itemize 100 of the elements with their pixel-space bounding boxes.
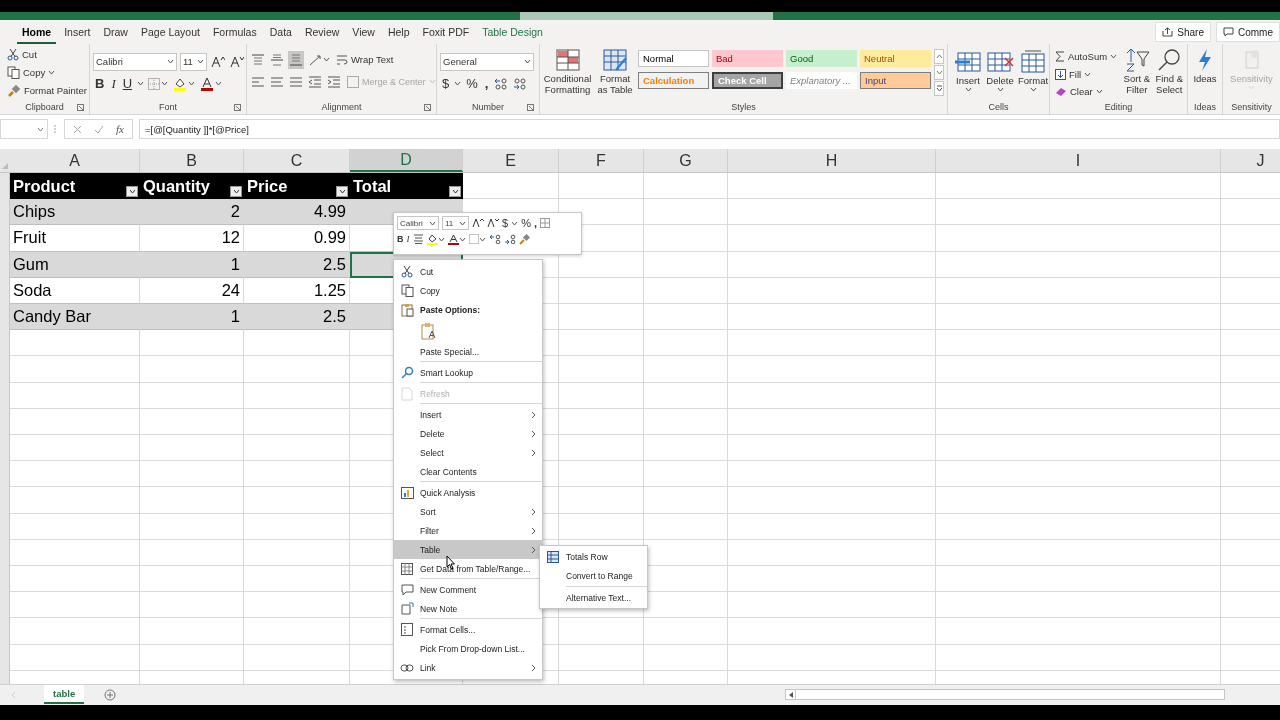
bold-button[interactable]: B (93, 74, 107, 93)
menu-item[interactable]: Pick From Drop-down List... (394, 639, 542, 658)
ribbon-tab[interactable]: Help (382, 20, 415, 44)
cell-style-option[interactable]: Good (786, 50, 857, 67)
menu-item[interactable]: Sort (394, 502, 542, 521)
find-select-button[interactable]: Find & Select (1154, 46, 1184, 100)
ribbon-button[interactable]: Format (1017, 48, 1049, 100)
ribbon-tab[interactable]: Foxit PDF (417, 20, 475, 44)
ribbon-tab[interactable]: Review (299, 20, 345, 44)
sort-filter-button[interactable]: Sort & Filter (1122, 46, 1152, 100)
borders-button[interactable] (468, 234, 486, 244)
menu-item[interactable]: Totals Row (540, 547, 647, 567)
filter-button[interactable] (230, 186, 242, 198)
ribbon-tab[interactable]: Page Layout (135, 20, 205, 44)
column-header[interactable]: I (936, 149, 1221, 172)
scroll-down-button[interactable] (934, 65, 944, 80)
fill-color-button[interactable] (426, 233, 445, 245)
filter-button[interactable] (336, 186, 348, 198)
column-header[interactable]: A (10, 149, 140, 172)
menu-item[interactable]: Clear Contents (394, 462, 542, 481)
ideas-button[interactable]: Ideas (1191, 46, 1219, 100)
ribbon-tab[interactable]: Formulas (207, 20, 262, 44)
menu-item[interactable]: Filter (394, 521, 542, 540)
ribbon-button[interactable]: Delete (985, 48, 1015, 100)
cell-style-option[interactable]: Bad (712, 50, 783, 67)
column-header[interactable]: G (644, 149, 728, 172)
cut-button[interactable]: Cut (5, 46, 89, 63)
column-header[interactable]: J (1221, 149, 1280, 172)
ribbon-tab[interactable]: Home (17, 20, 57, 44)
conditional-formatting-button[interactable]: Conditional Formatting (543, 46, 593, 100)
font-color-button[interactable] (447, 233, 466, 245)
ribbon-tab[interactable]: Table Design (477, 20, 548, 44)
menu-item[interactable]: New Note (394, 599, 542, 618)
bold-button[interactable]: B (397, 234, 404, 244)
format-painter-button[interactable] (518, 233, 530, 245)
number-format-field[interactable]: General (440, 52, 534, 71)
menu-item[interactable]: Convert to Range (540, 566, 647, 586)
caret-icon (338, 189, 346, 195)
comma-style-button[interactable]: , (482, 74, 491, 93)
menu-item[interactable]: Delete (394, 424, 542, 443)
column-header[interactable]: B (140, 149, 244, 172)
comments-button[interactable]: Comme (1216, 22, 1280, 42)
format-table-button[interactable] (539, 218, 550, 228)
more-button[interactable] (934, 81, 944, 96)
share-button[interactable]: Share (1155, 22, 1211, 42)
italic-button[interactable]: I (406, 234, 410, 244)
copy-button[interactable]: Copy (5, 64, 89, 81)
horizontal-scroll-bar[interactable] (785, 689, 1225, 700)
column-header[interactable]: E (463, 149, 559, 172)
ribbon-tab[interactable]: Data (264, 20, 297, 44)
cell-style-option[interactable]: Input (860, 72, 931, 89)
format-as-table-button[interactable]: Format as Table (595, 46, 635, 100)
add-sheet-button[interactable] (104, 688, 117, 701)
font-size-field[interactable]: 11 (180, 52, 207, 71)
menu-item[interactable]: Copy (394, 281, 542, 300)
ribbon-tab[interactable]: Draw (98, 20, 133, 44)
fill-button[interactable]: Fill (1053, 65, 1120, 83)
column-header[interactable]: H (728, 149, 936, 172)
grow-font-button[interactable] (472, 218, 484, 228)
column-header[interactable]: D (350, 149, 463, 172)
clear-button[interactable]: Clear (1053, 83, 1120, 100)
menu-item[interactable]: Select (394, 443, 542, 462)
percent-button[interactable]: % (521, 217, 531, 229)
ribbon-tab[interactable]: View (347, 20, 380, 44)
align-center-button[interactable] (412, 234, 424, 244)
filter-button[interactable] (126, 186, 138, 198)
shrink-font-button[interactable] (487, 218, 499, 228)
column-header[interactable]: F (559, 149, 644, 172)
cell-style-option[interactable]: Neutral (860, 50, 931, 67)
vertical-align-button[interactable] (288, 50, 304, 69)
increase-decimal-button[interactable] (488, 234, 501, 244)
cell-style-option[interactable]: Normal (638, 50, 709, 67)
autosum-button[interactable]: AutoSum (1053, 48, 1120, 65)
font-name-field[interactable]: Calibri (397, 216, 439, 230)
caret-icon (1029, 87, 1037, 92)
decrease-decimal-button[interactable] (503, 234, 516, 244)
cancel-icon (73, 124, 82, 134)
underline-button[interactable]: U (120, 74, 135, 93)
italic-button[interactable]: I (109, 74, 118, 93)
menu-item[interactable]: Link (394, 658, 542, 677)
percent-button[interactable]: % (464, 74, 480, 93)
formula-field[interactable]: =[@[Quantity ]]*[@Price] (138, 119, 1280, 139)
paste-option-button[interactable] (420, 320, 438, 341)
group-label: Alignment (321, 102, 362, 112)
scroll-up-button[interactable] (934, 49, 944, 64)
insert-function-button[interactable]: fx (116, 123, 124, 135)
menu-item[interactable]: Paste Special... (394, 342, 542, 361)
menu-item[interactable]: Cut (394, 262, 542, 281)
filter-button[interactable] (449, 186, 461, 198)
font-name-field[interactable]: Calibri (93, 52, 177, 71)
sheet-tab[interactable]: table (44, 685, 85, 704)
cell-style-option[interactable]: Explanatory ... (786, 72, 857, 89)
font-size-field[interactable]: 11 (442, 216, 469, 230)
format-painter-button[interactable]: Format Painter (5, 82, 89, 99)
wrap-text-button[interactable]: Wrap Text (334, 50, 396, 69)
ribbon-button[interactable]: Insert (953, 48, 983, 100)
ribbon-tab[interactable]: Insert (59, 20, 96, 44)
menu-item[interactable]: Table (394, 540, 542, 559)
currency-button[interactable]: $ (502, 217, 509, 229)
currency-button[interactable]: $ (440, 74, 452, 93)
